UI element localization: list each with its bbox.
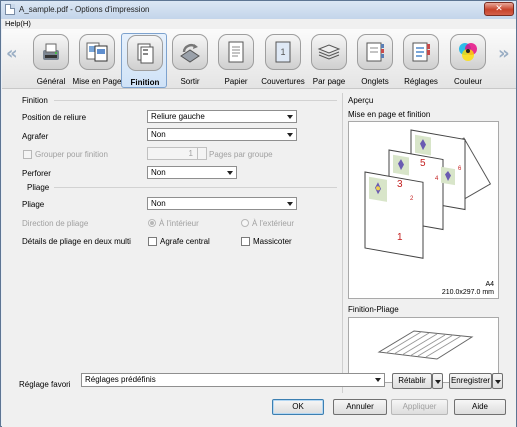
page-number-3: 3 [397, 179, 403, 190]
favorite-settings-label: Réglage favori [19, 380, 71, 389]
page-thumb [415, 134, 431, 156]
chevron-down-icon [287, 133, 293, 137]
pages-per-group-stepper[interactable]: 1 [147, 147, 207, 160]
cover-icon: 1 [265, 34, 301, 70]
favorite-settings-value: Réglages prédéfinis [85, 375, 156, 384]
output-icon [172, 34, 208, 70]
fold-value: Non [151, 199, 166, 208]
color-icon [450, 34, 486, 70]
general-icon [33, 34, 69, 70]
ok-button[interactable]: OK [272, 399, 324, 415]
staple-label: Agrafer [22, 132, 49, 141]
fold-direction-label: Direction de pliage [22, 219, 89, 228]
close-button[interactable]: ✕ [484, 2, 514, 16]
preview-section-title: Aperçu [348, 96, 374, 105]
fold-preview-title: Finition-Pliage [348, 305, 399, 314]
paper-dimensions-label: 210.0x297.0 mm [441, 289, 494, 296]
tab-finishing[interactable]: Finition [121, 33, 167, 88]
binding-position-select[interactable]: Reliure gauche [147, 110, 297, 123]
help-button[interactable]: Aide [454, 399, 506, 415]
page-number-1: 1 [397, 232, 403, 243]
chevron-down-icon [227, 171, 233, 175]
preview-layout-title: Mise en page et finition [348, 110, 431, 119]
center-staple-checkbox[interactable] [148, 237, 157, 246]
punch-select[interactable]: Non [147, 166, 237, 179]
category-toolbar: « » Général Mise en Page Finition Sortir… [2, 29, 516, 89]
paper-icon [218, 34, 254, 70]
page-sheet [364, 171, 424, 259]
trim-label: Massicoter [253, 237, 292, 246]
finishing-icon [127, 35, 163, 71]
per-page-icon [311, 34, 347, 70]
chevron-down-icon [287, 202, 293, 206]
scroll-right-arrow[interactable]: » [498, 43, 510, 64]
tab-color-label: Couleur [453, 77, 482, 86]
pdf-file-icon [5, 4, 15, 15]
restore-options-button[interactable] [432, 373, 443, 389]
tab-settings[interactable]: Réglages [398, 33, 444, 88]
staple-select[interactable]: Non [147, 128, 297, 141]
spin-arrows-icon [197, 148, 206, 159]
page-thumb [441, 166, 455, 186]
trim-checkbox[interactable] [241, 237, 250, 246]
menu-help[interactable]: Help(H) [5, 19, 31, 29]
page-number-5: 5 [420, 158, 426, 169]
pages-per-group-label: Pages par groupe [209, 150, 273, 159]
window-title: A_sample.pdf - Options d'impression [19, 5, 150, 14]
restore-button[interactable]: Rétablir [392, 373, 432, 389]
tab-layout[interactable]: Mise en Page [73, 33, 121, 88]
dialog-body: « » Général Mise en Page Finition Sortir… [2, 29, 516, 427]
tab-covers[interactable]: 1 Couvertures [260, 33, 306, 88]
paper-size-label: A4 [485, 281, 494, 288]
binding-position-label: Position de reliure [22, 113, 87, 122]
fold-section-title: Pliage [27, 183, 50, 192]
tab-output[interactable]: Sortir [167, 33, 213, 88]
tab-color[interactable]: Couleur [445, 33, 491, 88]
finishing-section-title: Finition [22, 96, 48, 105]
booklet-preview-graphic: 1 3 5 2 4 6 [364, 129, 492, 259]
apply-button[interactable]: Appliquer [391, 399, 448, 415]
group-finishing-label: Grouper pour finition [35, 150, 108, 159]
save-options-button[interactable] [492, 373, 503, 389]
menu-bar: Help(H) [2, 19, 516, 29]
tab-paper-label: Papier [224, 77, 248, 86]
favorite-settings-select[interactable]: Réglages prédéfinis [81, 373, 385, 387]
pages-per-group-value: 1 [188, 149, 193, 158]
staple-value: Non [151, 130, 166, 139]
dialog-window: A_sample.pdf - Options d'impression ✕ He… [0, 0, 517, 427]
fold-outside-radio[interactable] [241, 219, 249, 227]
tab-settings-label: Réglages [404, 77, 438, 86]
finishing-group-line [54, 100, 337, 101]
save-favorite-button[interactable]: Enregistrer [449, 373, 492, 389]
tabs-icon [357, 34, 393, 70]
cancel-button[interactable]: Annuler [333, 399, 387, 415]
scroll-left-arrow[interactable]: « [6, 43, 18, 64]
page-thumb [393, 154, 409, 176]
svg-text:1: 1 [280, 47, 285, 57]
layout-icon [79, 34, 115, 70]
chevron-down-icon [375, 378, 381, 382]
punch-value: Non [151, 168, 166, 177]
bifold-details-label: Détails de pliage en deux multi [22, 237, 131, 246]
tab-tabs[interactable]: Onglets [352, 33, 398, 88]
fold-label: Pliage [22, 200, 45, 209]
group-finishing-checkbox[interactable] [23, 150, 32, 159]
tab-per-page[interactable]: Par page [306, 33, 352, 88]
chevron-down-icon [287, 115, 293, 119]
title-bar: A_sample.pdf - Options d'impression ✕ [1, 1, 516, 19]
fold-inside-radio[interactable] [148, 219, 156, 227]
fold-outside-label: À l'extérieur [252, 219, 294, 228]
tab-general[interactable]: Général [28, 33, 74, 88]
settings-icon [403, 34, 439, 70]
tab-layout-label: Mise en Page [72, 77, 122, 86]
punch-label: Perforer [22, 169, 51, 178]
fold-inside-label: À l'intérieur [159, 219, 199, 228]
layout-preview: 1 3 5 2 4 6 A4 210.0x297.0 mm [348, 121, 499, 299]
fold-select[interactable]: Non [147, 197, 297, 210]
panel-divider [342, 93, 343, 393]
binding-position-value: Reliure gauche [151, 112, 205, 121]
fold-group-line [54, 187, 337, 188]
center-staple-label: Agrafe central [160, 237, 210, 246]
tab-paper[interactable]: Papier [213, 33, 259, 88]
